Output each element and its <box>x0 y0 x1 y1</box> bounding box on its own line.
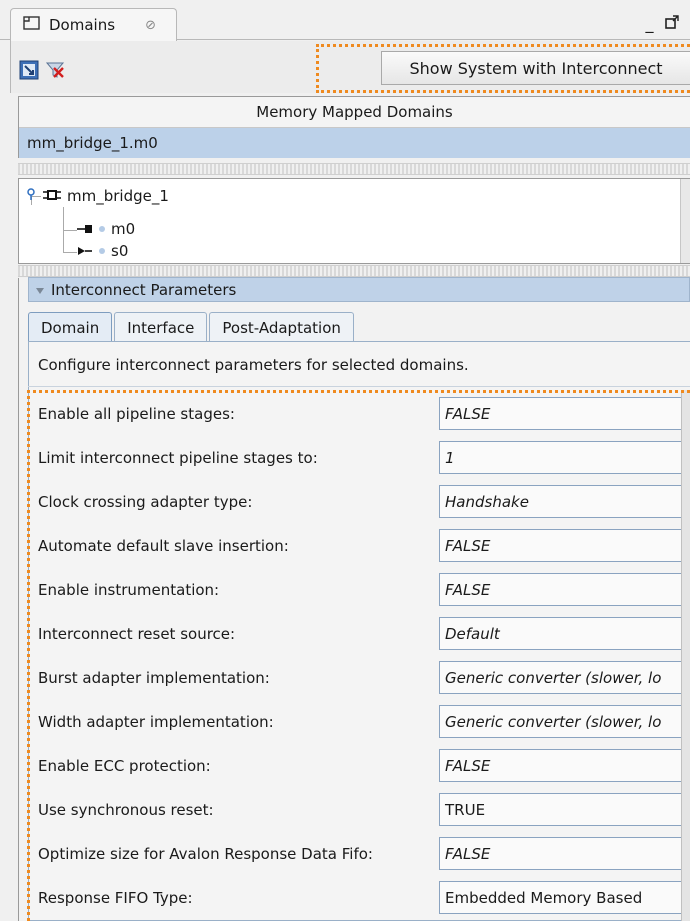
param-label: Enable ECC protection: <box>38 757 211 775</box>
domains-table-row[interactable]: mm_bridge_1.m0 <box>19 128 690 158</box>
param-row: Automate default slave insertion: FALSE <box>28 524 690 568</box>
slave-port-icon <box>77 242 93 260</box>
collapse-arrow-icon[interactable] <box>35 281 45 299</box>
add-domain-icon[interactable] <box>18 59 40 81</box>
divider <box>28 386 690 387</box>
port-dot-icon <box>99 226 105 232</box>
param-label: Use synchronous reset: <box>38 801 214 819</box>
expand-toggle-icon[interactable] <box>25 187 37 205</box>
param-row: Burst adapter implementation: Generic co… <box>28 656 690 700</box>
interconnect-parameters-header[interactable]: Interconnect Parameters <box>28 277 690 302</box>
param-row: Limit interconnect pipeline stages to: 1 <box>28 436 690 480</box>
section-title: Interconnect Parameters <box>51 280 237 299</box>
param-row: Optimize size for Avalon Response Data F… <box>28 832 690 876</box>
tree-node-label: s0 <box>111 242 129 260</box>
splitter-handle[interactable] <box>18 265 690 277</box>
param-row: Interconnect reset source: Default <box>28 612 690 656</box>
param-label: Clock crossing adapter type: <box>38 493 253 511</box>
param-value-field[interactable]: FALSE <box>439 397 690 430</box>
tab-post-adaptation[interactable]: Post-Adaptation <box>209 312 354 342</box>
interconnect-tree: mm_bridge_1 m0 s0 <box>18 178 690 264</box>
tree-connector <box>63 230 77 231</box>
tree-node-m0[interactable]: m0 <box>77 220 135 238</box>
param-row: Enable instrumentation: FALSE <box>28 568 690 612</box>
memory-mapped-domains-table: Memory Mapped Domains mm_bridge_1.m0 <box>18 96 690 158</box>
param-label: Optimize size for Avalon Response Data F… <box>38 845 373 863</box>
remove-domain-icon[interactable] <box>44 59 66 81</box>
domains-table-header: Memory Mapped Domains <box>19 97 690 128</box>
params-scrollbar[interactable] <box>681 390 690 921</box>
toolbar-icon-group <box>18 59 66 81</box>
param-label: Enable all pipeline stages: <box>38 405 235 423</box>
param-value-field[interactable]: FALSE <box>439 749 690 782</box>
tab-domain[interactable]: Domain <box>28 312 113 342</box>
window-controls: _ <box>640 12 684 34</box>
param-value-field[interactable]: Generic converter (slower, lo <box>439 661 690 694</box>
param-label: Burst adapter implementation: <box>38 669 270 687</box>
param-value-field[interactable]: FALSE <box>439 837 690 870</box>
param-row: Width adapter implementation: Generic co… <box>28 700 690 744</box>
domains-view-icon <box>23 15 41 35</box>
tab-interface[interactable]: Interface <box>114 312 208 342</box>
param-value-field[interactable]: Embedded Memory Based <box>439 881 690 914</box>
tree-node-label: mm_bridge_1 <box>67 187 169 205</box>
params-description: Configure interconnect parameters for se… <box>38 356 469 374</box>
show-system-with-interconnect-button[interactable]: Show System with Interconnect <box>381 51 690 85</box>
param-label: Limit interconnect pipeline stages to: <box>38 449 318 467</box>
param-row: Clock crossing adapter type: Handshake <box>28 480 690 524</box>
param-value-field[interactable]: 1 <box>439 441 690 474</box>
domains-view-tab[interactable]: Domains ⊘ <box>10 8 177 41</box>
tree-node-mm-bridge[interactable]: mm_bridge_1 <box>25 187 169 205</box>
params-tab-bar: Domain Interface Post-Adaptation <box>28 312 356 342</box>
tree-node-label: m0 <box>111 220 136 238</box>
param-value-field[interactable]: Generic converter (slower, lo <box>439 705 690 738</box>
param-value-field[interactable]: FALSE <box>439 573 690 606</box>
tree-node-s0[interactable]: s0 <box>77 242 128 260</box>
master-port-icon <box>77 220 93 238</box>
tree-connector <box>63 252 77 253</box>
component-icon <box>43 187 61 205</box>
param-value-field[interactable]: Default <box>439 617 690 650</box>
param-label: Enable instrumentation: <box>38 581 220 599</box>
close-tab-icon[interactable]: ⊘ <box>145 18 156 33</box>
param-label: Response FIFO Type: <box>38 889 193 907</box>
param-value-field[interactable]: TRUE <box>439 793 690 826</box>
minimize-icon[interactable]: _ <box>646 14 654 33</box>
domains-view-title: Domains <box>49 16 116 34</box>
tree-scrollbar[interactable] <box>680 179 690 263</box>
param-row: Enable ECC protection: FALSE <box>28 744 690 788</box>
param-row: Use synchronous reset: TRUE <box>28 788 690 832</box>
param-row: Enable all pipeline stages: FALSE <box>28 392 690 436</box>
port-dot-icon <box>99 248 105 254</box>
param-label: Interconnect reset source: <box>38 625 236 643</box>
param-row: Response FIFO Type: Embedded Memory Base… <box>28 876 690 920</box>
splitter-handle[interactable] <box>18 163 690 175</box>
param-label: Width adapter implementation: <box>38 713 274 731</box>
param-value-field[interactable]: FALSE <box>439 529 690 562</box>
param-label: Automate default slave insertion: <box>38 537 289 555</box>
maximize-icon[interactable] <box>664 14 679 33</box>
param-value-field[interactable]: Handshake <box>439 485 690 518</box>
